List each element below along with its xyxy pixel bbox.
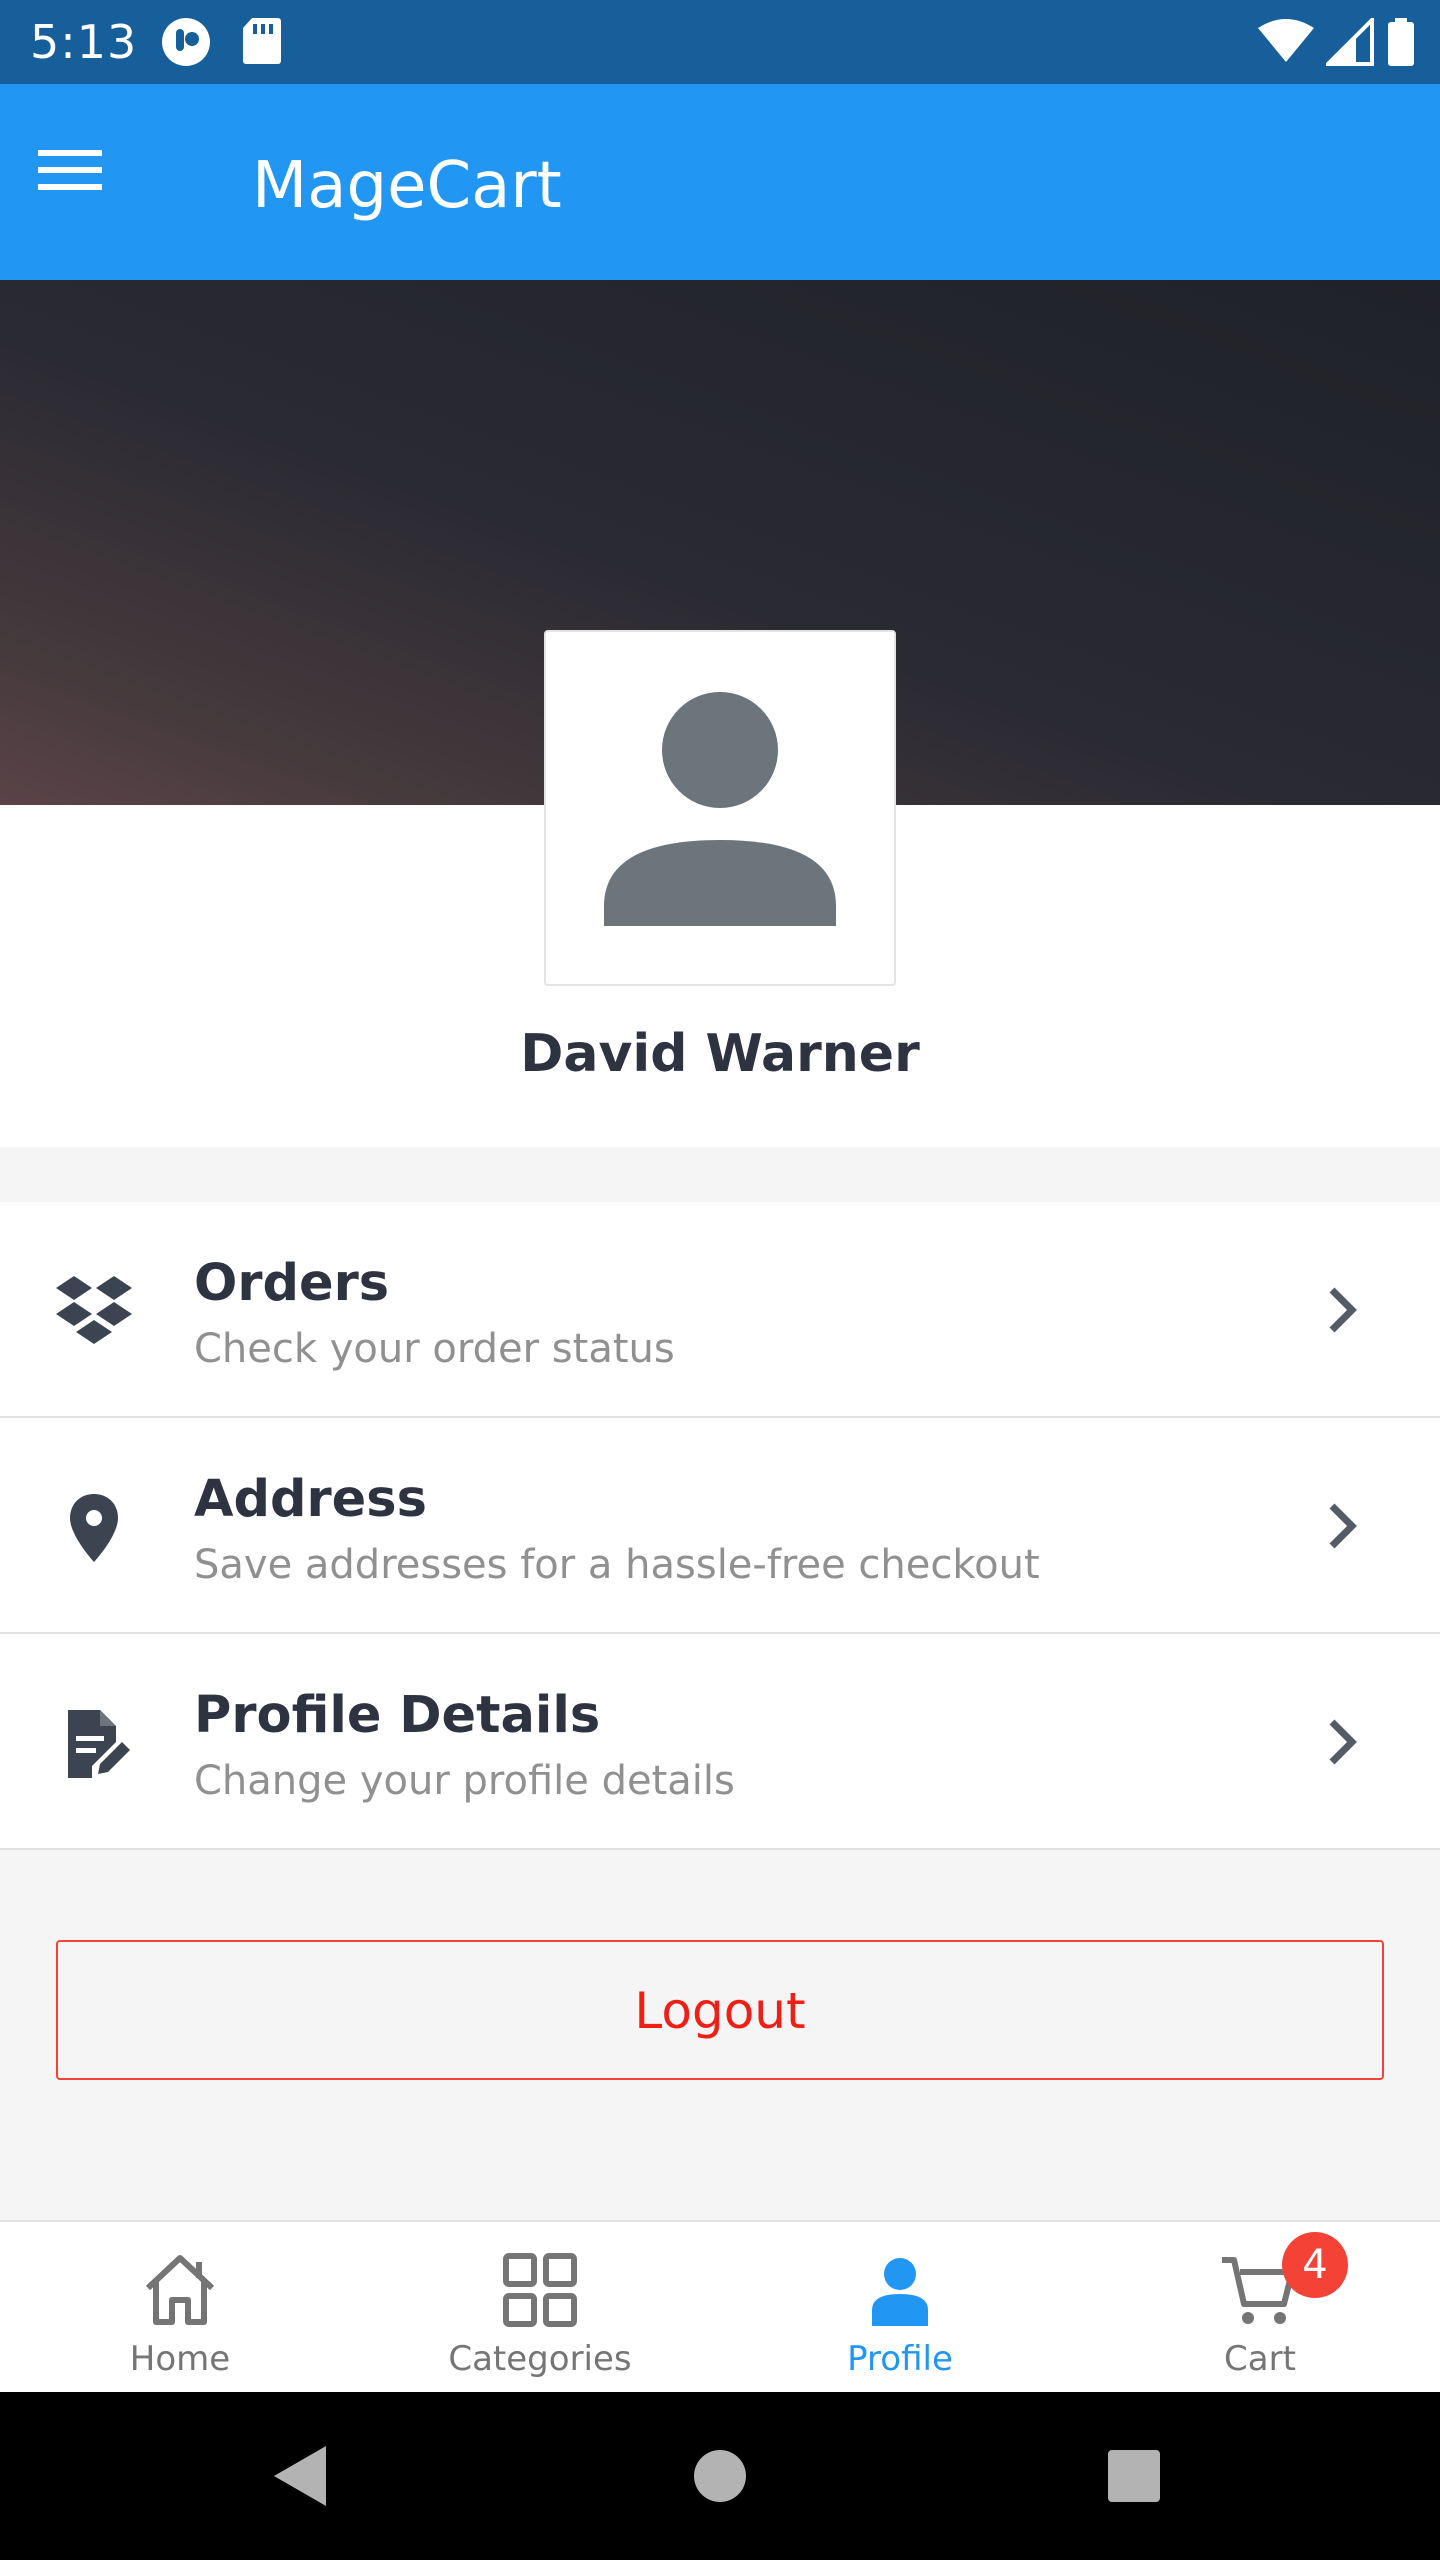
avatar[interactable] [544, 630, 896, 986]
status-time: 5:13 [30, 15, 138, 69]
logout-button[interactable]: Logout [56, 1940, 1384, 2080]
menu-button[interactable] [38, 148, 122, 212]
edit-document-icon [68, 1710, 130, 1778]
chevron-right-icon [1329, 1287, 1357, 1333]
menu-item-title: Profile Details [194, 1686, 601, 1745]
wifi-icon [1258, 19, 1314, 62]
menu-item-subtitle: Save addresses for a hassle-free checkou… [194, 1542, 1040, 1588]
person-icon [872, 2258, 928, 2326]
back-icon[interactable] [252, 2428, 348, 2524]
app-title: MageCart [252, 149, 562, 223]
nav-item-profile[interactable]: Profile [720, 2222, 1080, 2392]
cell-signal-icon [1326, 18, 1374, 66]
menu-item-orders[interactable]: Orders Check your order status [0, 1202, 1440, 1418]
camera-app-icon [162, 18, 210, 66]
cart-count-badge: 4 [1282, 2232, 1348, 2298]
nav-item-categories[interactable]: Categories [360, 2222, 720, 2392]
menu-item-subtitle: Check your order status [194, 1326, 675, 1372]
nav-label: Home [129, 2339, 231, 2379]
battery-icon [1388, 18, 1414, 66]
nav-label: Profile [847, 2339, 953, 2379]
home-icon [145, 2255, 215, 2325]
user-name: David Warner [520, 1024, 920, 1084]
chevron-right-icon [1329, 1719, 1357, 1765]
person-icon [604, 692, 836, 926]
chevron-right-icon [1329, 1503, 1357, 1549]
sd-card-icon [243, 18, 281, 64]
home-circle-icon[interactable] [672, 2428, 768, 2524]
menu-item-subtitle: Change your profile details [194, 1758, 735, 1804]
menu-item-title: Address [194, 1470, 427, 1529]
grid-icon [503, 2253, 577, 2327]
bottom-navigation: Home Categories Profile 4 Cart [0, 2220, 1440, 2392]
menu-item-profile-details[interactable]: Profile Details Change your profile deta… [0, 1634, 1440, 1850]
recents-square-icon[interactable] [1086, 2428, 1182, 2524]
app-bar: MageCart [0, 84, 1440, 280]
profile-menu: Orders Check your order status Address S… [0, 1202, 1440, 1850]
system-navigation-bar [0, 2392, 1440, 2560]
dropbox-icon [56, 1276, 132, 1344]
nav-label: Cart [1224, 2339, 1296, 2379]
menu-item-title: Orders [194, 1254, 390, 1313]
nav-label: Categories [448, 2339, 632, 2379]
hamburger-menu-icon [38, 150, 102, 190]
nav-item-home[interactable]: Home [0, 2222, 360, 2392]
location-pin-icon [70, 1494, 118, 1562]
nav-item-cart[interactable]: 4 Cart [1080, 2222, 1440, 2392]
menu-item-address[interactable]: Address Save addresses for a hassle-free… [0, 1418, 1440, 1634]
status-bar: 5:13 [0, 0, 1440, 84]
